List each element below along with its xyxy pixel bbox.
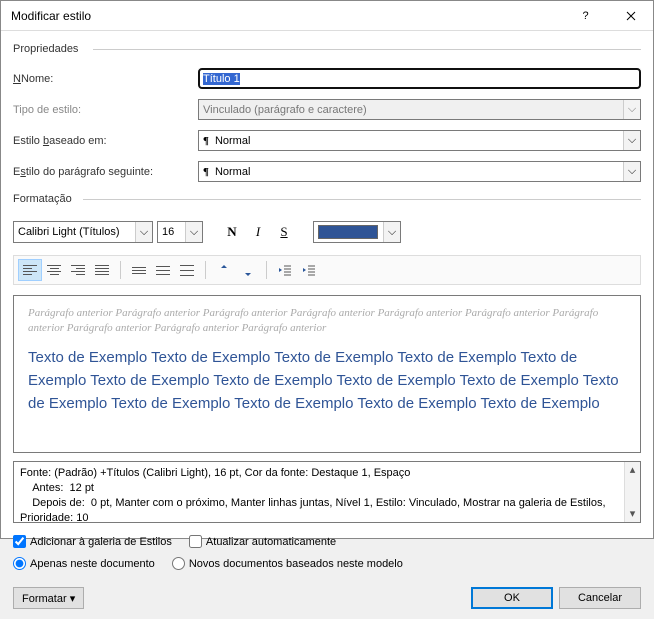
font-family-value: Calibri Light (Títulos) xyxy=(18,226,119,238)
align-right-button[interactable] xyxy=(66,259,90,281)
preview-previous-paragraph: Parágrafo anterior Parágrafo anterior Pa… xyxy=(28,306,626,336)
style-type-select: Vinculado (parágrafo e caractere) ⌵ xyxy=(198,99,641,120)
preview-pane: Parágrafo anterior Parágrafo anterior Pa… xyxy=(13,295,641,453)
formatting-legend: Formatação xyxy=(13,193,641,205)
following-select[interactable]: ¶Normal ⌵ xyxy=(198,161,641,182)
chevron-down-icon[interactable]: ⌵ xyxy=(623,162,640,181)
space-before-dec-button[interactable] xyxy=(236,259,260,281)
modify-style-dialog: Modificar estilo ? Propriedades NNome: T… xyxy=(0,0,654,539)
chevron-down-icon[interactable]: ⌵ xyxy=(383,222,400,242)
desc-line: Antes: 12 pt xyxy=(20,481,634,496)
preview-sample-text: Texto de Exemplo Texto de Exemplo Texto … xyxy=(28,346,626,416)
based-on-value: Normal xyxy=(215,135,250,147)
dialog-title: Modificar estilo xyxy=(11,9,563,23)
italic-button[interactable]: I xyxy=(247,221,269,243)
scrollbar[interactable]: ▴ ▾ xyxy=(624,462,640,522)
line-spacing-1-button[interactable] xyxy=(127,259,151,281)
name-label: NNome: xyxy=(13,73,198,85)
font-size-select[interactable]: 16 ⌵ xyxy=(157,221,203,243)
space-before-icon xyxy=(217,263,231,277)
align-left-button[interactable] xyxy=(18,259,42,281)
space-after-icon xyxy=(241,263,255,277)
chevron-down-icon[interactable]: ⌵ xyxy=(185,222,202,242)
properties-legend: Propriedades xyxy=(13,43,641,55)
only-this-doc-radio[interactable]: Apenas neste documento xyxy=(13,557,155,570)
new-docs-radio[interactable]: Novos documentos baseados neste modelo xyxy=(172,557,403,570)
auto-update-checkbox[interactable]: Atualizar automaticamente xyxy=(189,535,336,548)
ok-button[interactable]: OK xyxy=(471,587,553,609)
indent-decrease-button[interactable] xyxy=(273,259,297,281)
close-icon xyxy=(626,11,636,21)
type-label: Tipo de estilo: xyxy=(13,104,198,116)
desc-line: Fonte: (Padrão) +Títulos (Calibri Light)… xyxy=(20,466,634,481)
scroll-down-icon[interactable]: ▾ xyxy=(625,506,640,522)
add-to-gallery-checkbox[interactable]: Adicionar à galeria de Estilos xyxy=(13,535,172,548)
font-size-value: 16 xyxy=(162,226,174,238)
following-value: Normal xyxy=(215,166,250,178)
style-type-value: Vinculado (parágrafo e caractere) xyxy=(203,104,367,116)
underline-button[interactable]: S xyxy=(273,221,295,243)
indent-dec-icon xyxy=(278,263,292,277)
help-button[interactable]: ? xyxy=(563,1,608,31)
chevron-down-icon[interactable]: ⌵ xyxy=(623,131,640,150)
align-center-button[interactable] xyxy=(42,259,66,281)
name-input[interactable] xyxy=(198,68,641,89)
paragraph-toolbar xyxy=(13,255,641,285)
space-before-inc-button[interactable] xyxy=(212,259,236,281)
line-spacing-2-button[interactable] xyxy=(175,259,199,281)
bold-button[interactable]: N xyxy=(221,221,243,243)
chevron-down-icon: ⌵ xyxy=(623,100,640,119)
based-on-label: Estilo baseado em: xyxy=(13,135,198,147)
style-description: Fonte: (Padrão) +Títulos (Calibri Light)… xyxy=(13,461,641,523)
chevron-down-icon[interactable]: ⌵ xyxy=(135,222,152,242)
font-color-select[interactable]: ⌵ xyxy=(313,221,401,243)
following-label: Estilo do parágrafo seguinte: xyxy=(13,166,198,178)
titlebar: Modificar estilo ? xyxy=(1,1,653,31)
cancel-button[interactable]: Cancelar xyxy=(559,587,641,609)
align-justify-button[interactable] xyxy=(90,259,114,281)
format-menu-button[interactable]: Formatar ▾ xyxy=(13,587,84,609)
line-spacing-15-button[interactable] xyxy=(151,259,175,281)
color-swatch xyxy=(318,225,378,239)
desc-line: Depois de: 0 pt, Manter com o próximo, M… xyxy=(20,496,634,526)
indent-inc-icon xyxy=(302,263,316,277)
scroll-up-icon[interactable]: ▴ xyxy=(625,462,640,478)
close-button[interactable] xyxy=(608,1,653,31)
font-family-select[interactable]: Calibri Light (Títulos) ⌵ xyxy=(13,221,153,243)
indent-increase-button[interactable] xyxy=(297,259,321,281)
based-on-select[interactable]: ¶Normal ⌵ xyxy=(198,130,641,151)
